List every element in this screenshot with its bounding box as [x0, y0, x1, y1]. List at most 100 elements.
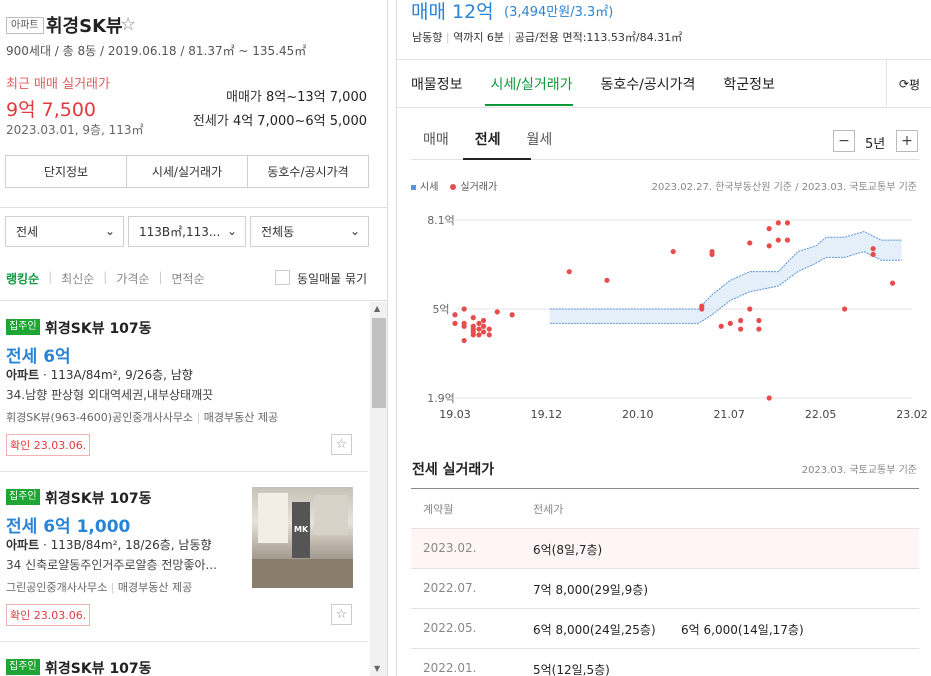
actual-trade-point	[470, 329, 476, 335]
dong-select[interactable]: 전체동 ⌄	[250, 216, 369, 247]
table-row: 2022.01. 5억(12일,5층)	[411, 649, 919, 676]
row-price: 5억(12일,5층)	[533, 663, 610, 676]
actual-trade-point	[566, 269, 572, 275]
property-type-badge: 아파트	[6, 17, 44, 34]
recent-trade-price: 9억 7,500	[6, 99, 97, 121]
actual-trade-point	[480, 329, 487, 335]
tab-school[interactable]: 학군정보	[723, 74, 775, 94]
panel-gutter	[388, 0, 396, 676]
actual-trade-point	[480, 317, 487, 324]
actual-trade-point	[738, 317, 744, 324]
same-listing-checkbox[interactable]	[275, 270, 290, 285]
agent-name[interactable]: 휘경SK뷰(963-4600)공인중개사사무소	[6, 411, 193, 424]
pyeong-toggle-button[interactable]: ⟳ 평	[886, 60, 931, 108]
actual-trade-point	[747, 240, 753, 246]
headline-price-per-pyeong: (3,494만원/3.3㎡)	[504, 5, 614, 20]
left-panel: 아파트 휘경SK뷰 ☆ 900세대 / 총 8동 / 2019.06.18 / …	[0, 0, 388, 676]
actual-trade-point	[709, 251, 715, 258]
table-header: 계약월 전세가	[411, 489, 919, 529]
headline-price: 매매 12억	[411, 1, 494, 23]
complex-tab-buttons: 단지정보 시세/실거래가 동호수/공시가격	[5, 155, 369, 188]
area-value: 113B㎡,113...	[139, 225, 221, 239]
market-band-area	[549, 231, 902, 324]
divider	[0, 471, 368, 472]
listing-agent: 휘경SK뷰(963-4600)공인중개사사무소 | 매경부동산 제공	[6, 411, 279, 424]
complex-summary: 900세대 / 총 8동 / 2019.06.18 / 81.37㎡ ~ 135…	[6, 44, 307, 58]
period-plus-button[interactable]: +	[896, 130, 918, 152]
star-outline-icon[interactable]: ☆	[331, 604, 352, 625]
actual-trade-point	[452, 320, 458, 326]
divider	[397, 107, 931, 108]
divider	[0, 207, 387, 208]
trade-type-select[interactable]: 전세 ⌄	[5, 216, 124, 247]
actual-trade-point	[461, 337, 467, 344]
sub-tab-jeonse[interactable]: 전세	[475, 129, 501, 149]
detail-panel: 매매 12억 (3,494만원/3.3㎡) 남동향 | 역까지 6분 | 공급/…	[396, 0, 931, 676]
actual-trade-point	[718, 323, 724, 329]
actual-trade-point	[461, 306, 467, 312]
star-outline-icon[interactable]: ☆	[120, 14, 136, 35]
listing-title[interactable]: 휘경SK뷰 107동	[45, 488, 152, 508]
divider	[0, 300, 387, 301]
actual-trade-point	[470, 315, 476, 321]
legend-actual: 실거래가	[450, 178, 497, 193]
sort-latest[interactable]: 최신순	[61, 270, 94, 287]
tab-complex-info[interactable]: 단지정보	[6, 156, 127, 187]
table-row: 2023.02. 6억(8일,7층)	[411, 529, 919, 569]
scroll-down-icon[interactable]: ▼	[374, 664, 380, 673]
col-header-price: 전세가	[533, 503, 564, 516]
actual-trade-point	[775, 220, 781, 226]
scrollbar-thumb[interactable]	[372, 318, 386, 408]
provider: 매경부동산 제공	[203, 411, 279, 424]
listing-type: 아파트	[6, 368, 40, 382]
period-minus-button[interactable]: −	[833, 130, 855, 152]
sort-price[interactable]: 가격순	[116, 270, 149, 287]
sub-tab-monthly[interactable]: 월세	[527, 129, 553, 149]
jeonse-price-value: 4억 7,000~6억 5,000	[232, 114, 367, 129]
agent-name[interactable]: 그린공인중개사사무소	[6, 581, 107, 594]
sort-ranking[interactable]: 랭킹순	[6, 270, 39, 287]
actual-trade-point	[461, 320, 467, 326]
star-outline-icon[interactable]: ☆	[331, 434, 352, 455]
col-header-date: 계약월	[423, 503, 454, 516]
listing-spec: 113A/84m², 9/26층, 남향	[50, 368, 193, 382]
x-tick-label: 21.07	[713, 408, 745, 421]
actual-trade-point	[509, 312, 515, 318]
row-date: 2022.05.	[423, 621, 477, 635]
tab-market-price[interactable]: 시세/실거래가	[127, 156, 248, 187]
app-window: 아파트 휘경SK뷰 ☆ 900세대 / 총 8동 / 2019.06.18 / …	[0, 0, 931, 676]
y-tick-label: 8.1억	[427, 214, 455, 227]
actual-trade-point	[486, 326, 492, 332]
actual-trade-point	[870, 251, 876, 258]
actual-trade-point	[476, 332, 482, 338]
scroll-up-icon[interactable]: ▲	[374, 304, 380, 313]
dong-value: 전체동	[261, 225, 295, 239]
tab-listing-info[interactable]: 매물정보	[411, 74, 463, 94]
x-tick-label: 23.02	[896, 408, 928, 421]
tab-unit-price[interactable]: 동호수/공시가격	[248, 156, 368, 187]
complex-name: 휘경SK뷰	[46, 16, 123, 37]
pyeong-label: 평	[909, 77, 921, 92]
meta-area: 공급/전용 면적:113.53㎡/84.31㎡	[514, 31, 683, 44]
listing-title[interactable]: 휘경SK뷰 107동	[45, 318, 152, 338]
sale-price-value: 8억~13억 7,000	[266, 90, 367, 105]
actual-trade-point	[766, 243, 772, 249]
actual-trade-point	[870, 246, 876, 252]
row-price: 6억 8,000(24일,25층)	[533, 623, 656, 637]
jeonse-price-range: 전세가 4억 7,000~6억 5,000	[193, 110, 367, 129]
tab-market-price[interactable]: 시세/실거래가	[491, 74, 573, 94]
listing-photo[interactable]: MK	[252, 487, 353, 588]
jeonse-price-label: 전세가	[192, 114, 229, 129]
actual-trade-point	[476, 320, 482, 326]
photo-watermark: MK	[294, 525, 309, 534]
y-tick-label: 5억	[432, 303, 449, 316]
listing-agent: 그린공인중개사사무소 | 매경부동산 제공	[6, 581, 193, 594]
row-price: 6억(8일,7층)	[533, 543, 603, 557]
listing-title[interactable]: 휘경SK뷰 107동	[45, 658, 152, 676]
actual-trade-point	[756, 326, 762, 332]
sort-area[interactable]: 면적순	[172, 270, 205, 287]
area-select[interactable]: 113B㎡,113... ⌄	[128, 216, 246, 247]
sub-tab-sale[interactable]: 매매	[423, 129, 449, 149]
divider	[397, 59, 931, 60]
tab-unit-price[interactable]: 동호수/공시가격	[601, 74, 696, 94]
